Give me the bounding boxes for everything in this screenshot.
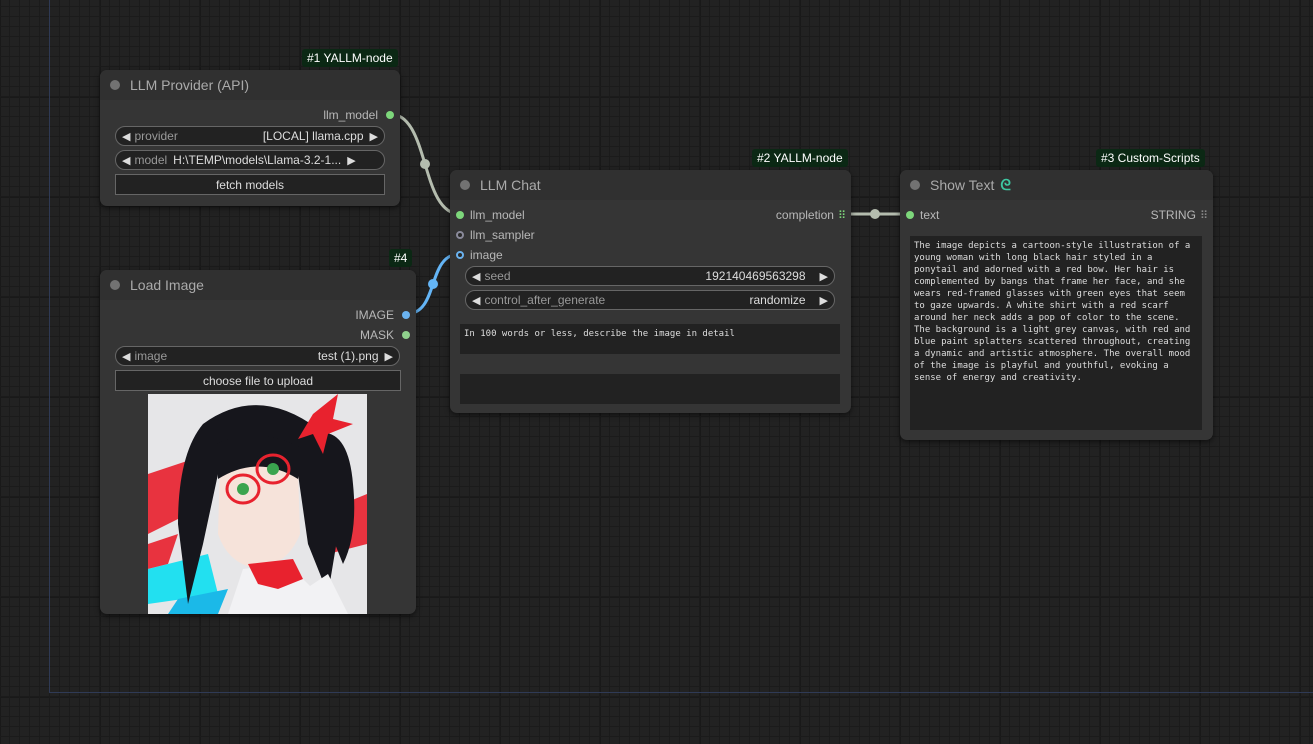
- input-slot-llm-model[interactable]: llm_model: [456, 207, 525, 223]
- link-midpoint: [420, 159, 430, 169]
- collapse-dot-icon[interactable]: [460, 180, 470, 190]
- widget-label: model: [134, 153, 168, 167]
- output-slot-image[interactable]: IMAGE: [355, 307, 410, 323]
- model-combo[interactable]: ◀ model H:\TEMP\models\Llama-3.2-1... ▶: [115, 150, 385, 170]
- slot-label: llm_model: [470, 208, 525, 222]
- fetch-models-button[interactable]: fetch models: [115, 174, 385, 195]
- collapse-dot-icon[interactable]: [110, 80, 120, 90]
- node-load-image[interactable]: Load Image IMAGE MASK ◀ image test (1).p…: [100, 270, 416, 614]
- widget-value: randomize: [749, 293, 806, 307]
- arrow-left-icon[interactable]: ◀: [472, 294, 480, 307]
- provider-combo[interactable]: ◀ provider [LOCAL] llama.cpp ▶: [115, 126, 385, 146]
- widget-value: 192140469563298: [705, 269, 806, 283]
- slot-label: llm_sampler: [470, 228, 535, 242]
- node-title: Show Text: [930, 177, 995, 193]
- widget-label: seed: [484, 269, 511, 283]
- show-text-output[interactable]: The image depicts a cartoon-style illust…: [910, 236, 1202, 430]
- slot-dot-icon[interactable]: [386, 111, 394, 119]
- control-after-generate-combo[interactable]: ◀ control_after_generate randomize ▶: [465, 290, 835, 310]
- node-llm-chat[interactable]: LLM Chat llm_model llm_sampler image com…: [450, 170, 851, 413]
- slot-dot-icon[interactable]: [456, 231, 464, 239]
- node-header[interactable]: Load Image: [100, 270, 416, 300]
- anime-girl-illustration: [148, 394, 367, 614]
- input-slot-image[interactable]: image: [456, 247, 503, 263]
- slot-dot-icon[interactable]: [906, 211, 914, 219]
- arrow-left-icon[interactable]: ◀: [122, 350, 130, 363]
- node-title: Load Image: [130, 277, 204, 293]
- output-slot-llm-model[interactable]: llm_model: [323, 107, 394, 123]
- slot-label: MASK: [359, 328, 394, 342]
- system-textarea[interactable]: [460, 374, 840, 404]
- choose-file-button[interactable]: choose file to upload: [115, 370, 401, 391]
- collapse-dot-icon[interactable]: [910, 180, 920, 190]
- group-border: [49, 692, 1313, 693]
- input-slot-llm-sampler[interactable]: llm_sampler: [456, 227, 535, 243]
- grid-icon[interactable]: ⠿: [838, 209, 846, 222]
- slot-label: llm_model: [323, 108, 378, 122]
- slot-label: image: [470, 248, 503, 262]
- node-llm-provider[interactable]: LLM Provider (API) llm_model ◀ provider …: [100, 70, 400, 206]
- node-show-text[interactable]: Show Text ᘓ text STRING ⠿ The image depi…: [900, 170, 1213, 440]
- node-header[interactable]: LLM Chat: [450, 170, 851, 200]
- slot-label: IMAGE: [355, 308, 394, 322]
- slot-label: STRING: [1150, 208, 1196, 222]
- arrow-left-icon[interactable]: ◀: [122, 130, 130, 143]
- arrow-right-icon[interactable]: ▶: [820, 270, 828, 283]
- arrow-right-icon[interactable]: ▶: [385, 350, 393, 363]
- collapse-dot-icon[interactable]: [110, 280, 120, 290]
- slot-dot-icon[interactable]: [456, 251, 464, 259]
- input-slot-text[interactable]: text: [906, 207, 939, 223]
- image-combo[interactable]: ◀ image test (1).png ▶: [115, 346, 400, 366]
- arrow-right-icon[interactable]: ▶: [820, 294, 828, 307]
- widget-label: provider: [134, 129, 178, 143]
- arrow-left-icon[interactable]: ◀: [122, 154, 130, 167]
- node-badge: #3 Custom-Scripts: [1096, 149, 1205, 167]
- slot-dot-icon[interactable]: [402, 331, 410, 339]
- group-border: [49, 0, 50, 693]
- node-header[interactable]: LLM Provider (API): [100, 70, 400, 100]
- node-badge: #4: [389, 249, 413, 267]
- widget-label: control_after_generate: [484, 293, 606, 307]
- slot-dot-icon[interactable]: [456, 211, 464, 219]
- prompt-textarea[interactable]: In 100 words or less, describe the image…: [460, 324, 840, 354]
- node-badge: #1 YALLM-node: [302, 49, 398, 67]
- output-slot-string[interactable]: STRING ⠿: [1150, 207, 1208, 223]
- widget-label: image: [134, 349, 168, 363]
- image-preview: [148, 394, 367, 614]
- slot-dot-icon[interactable]: [402, 311, 410, 319]
- seed-widget[interactable]: ◀ seed 192140469563298 ▶: [465, 266, 835, 286]
- widget-value: [LOCAL] llama.cpp: [262, 129, 364, 143]
- grid-icon[interactable]: ⠿: [1200, 209, 1208, 222]
- output-slot-mask[interactable]: MASK: [360, 327, 410, 343]
- arrow-right-icon[interactable]: ▶: [347, 154, 355, 167]
- link-midpoint: [870, 209, 880, 219]
- link-midpoint: [428, 279, 438, 289]
- node-title: LLM Chat: [480, 177, 541, 193]
- widget-value: H:\TEMP\models\Llama-3.2-1...: [173, 153, 342, 167]
- arrow-right-icon[interactable]: ▶: [370, 130, 378, 143]
- slot-label: completion: [775, 208, 834, 222]
- arrow-left-icon[interactable]: ◀: [472, 270, 480, 283]
- node-badge: #2 YALLM-node: [752, 149, 848, 167]
- node-header[interactable]: Show Text ᘓ: [900, 170, 1213, 200]
- node-title: LLM Provider (API): [130, 77, 250, 93]
- slot-label: text: [920, 208, 940, 222]
- output-slot-completion[interactable]: completion ⠿: [775, 207, 846, 223]
- link-icon: ᘓ: [1000, 176, 1011, 194]
- widget-value: test (1).png: [317, 349, 379, 363]
